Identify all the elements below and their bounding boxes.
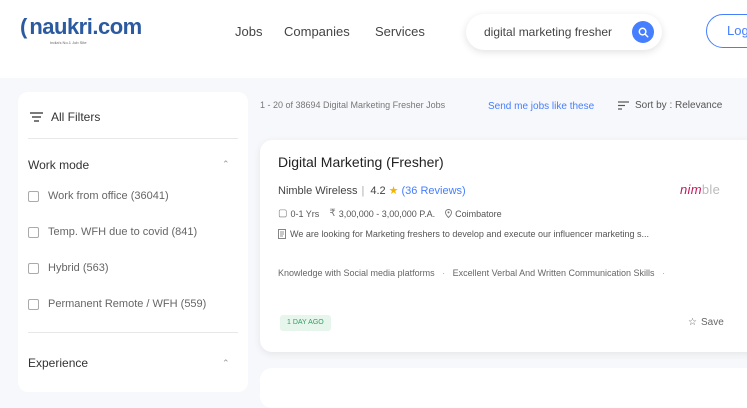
star-icon: ★ <box>388 185 399 197</box>
filters-sidebar: All Filters Work mode ⌃ Work from office… <box>18 92 248 392</box>
search-icon <box>638 27 648 37</box>
naukri-logo[interactable]: ( naukri.com India's No.1 Job Site <box>20 16 142 50</box>
company-row: Nimble Wireless | 4.2 ★ (36 Reviews) <box>278 184 466 198</box>
nav-companies[interactable]: Companies <box>284 24 350 39</box>
skill-tag: Knowledge with Social media platforms <box>278 268 435 278</box>
search-button[interactable] <box>632 21 654 43</box>
filter-option-work-from-office[interactable]: Work from office (36041) <box>28 190 169 202</box>
sort-dropdown[interactable]: Sort by : Relevance <box>618 100 722 111</box>
save-label: Save <box>700 317 724 328</box>
star-outline-icon: ☆ <box>688 317 697 328</box>
company-name[interactable]: Nimble Wireless <box>278 185 357 197</box>
document-icon <box>278 229 286 239</box>
job-card[interactable] <box>260 368 747 408</box>
company-logo-rest: ble <box>701 182 721 197</box>
nav-services[interactable]: Services <box>375 24 425 39</box>
experience-title: Experience <box>28 356 89 370</box>
reviews-link[interactable]: (36 Reviews) <box>402 185 466 197</box>
company-rating: 4.2 <box>370 184 386 197</box>
location-text: Coimbatore <box>455 208 502 219</box>
skill-tags: Knowledge with Social media platforms · … <box>278 268 666 278</box>
filter-option-label: Temp. WFH due to covid (841) <box>48 226 198 238</box>
work-mode-title: Work mode <box>28 158 90 172</box>
search-input[interactable]: digital marketing fresher <box>484 25 632 39</box>
logo-tagline: India's No.1 Job Site <box>50 40 87 45</box>
posted-badge: 1 DAY AGO <box>280 315 331 331</box>
filter-option-hybrid[interactable]: Hybrid (563) <box>28 262 109 274</box>
job-meta-row: ▢ 0-1 Yrs ₹ 3,00,000 - 3,00,000 P.A. Coi… <box>278 208 512 219</box>
results-count: 1 - 20 of 38694 Digital Marketing Freshe… <box>260 100 446 110</box>
sort-icon <box>618 101 629 110</box>
skill-tag: Excellent Verbal And Written Communicati… <box>452 268 655 278</box>
checkbox[interactable] <box>28 226 39 238</box>
description-text: We are looking for Marketing freshers to… <box>290 229 650 239</box>
location-icon <box>445 209 453 218</box>
logo-mark-icon: ( <box>20 14 28 39</box>
header-bar: ( naukri.com India's No.1 Job Site Jobs … <box>0 0 747 78</box>
checkbox[interactable] <box>28 262 39 274</box>
save-button[interactable]: ☆ Save <box>688 317 724 328</box>
all-filters[interactable]: All Filters <box>30 110 100 124</box>
job-description: We are looking for Marketing freshers to… <box>278 229 649 239</box>
login-button[interactable]: Login <box>706 14 747 48</box>
logo-text: naukri.com <box>29 14 142 39</box>
experience-text: 0-1 Yrs <box>290 208 320 219</box>
divider <box>28 138 238 139</box>
filter-option-permanent-remote[interactable]: Permanent Remote / WFH (559) <box>28 298 206 310</box>
divider <box>28 332 238 333</box>
send-jobs-like-these-link[interactable]: Send me jobs like these <box>488 101 594 112</box>
salary-text: 3,00,000 - 3,00,000 P.A. <box>338 208 436 219</box>
job-title[interactable]: Digital Marketing (Fresher) <box>278 154 444 170</box>
salary-info: ₹ 3,00,000 - 3,00,000 P.A. <box>329 208 435 219</box>
filter-icon <box>30 112 43 122</box>
checkbox[interactable] <box>28 298 39 310</box>
chevron-up-icon[interactable]: ⌃ <box>222 358 230 369</box>
company-logo[interactable]: nimble <box>680 182 720 197</box>
sort-label: Sort by : Relevance <box>635 100 723 111</box>
nav-jobs[interactable]: Jobs <box>235 24 262 39</box>
chevron-up-icon[interactable]: ⌃ <box>222 159 230 170</box>
filter-option-label: Work from office (36041) <box>48 190 169 202</box>
job-card[interactable]: Digital Marketing (Fresher) Nimble Wirel… <box>260 140 747 352</box>
filter-option-label: Permanent Remote / WFH (559) <box>48 298 207 310</box>
location-info: Coimbatore <box>445 209 502 219</box>
filter-option-temp-wfh[interactable]: Temp. WFH due to covid (841) <box>28 226 197 238</box>
experience-info: ▢ 0-1 Yrs <box>278 208 319 219</box>
rupee-icon: ₹ <box>329 208 336 219</box>
company-logo-main: nim <box>680 182 702 197</box>
search-bar[interactable]: digital marketing fresher <box>466 14 662 50</box>
all-filters-label: All Filters <box>51 110 101 124</box>
checkbox[interactable] <box>28 190 39 202</box>
briefcase-icon: ▢ <box>278 208 288 219</box>
filter-option-label: Hybrid (563) <box>48 262 109 274</box>
